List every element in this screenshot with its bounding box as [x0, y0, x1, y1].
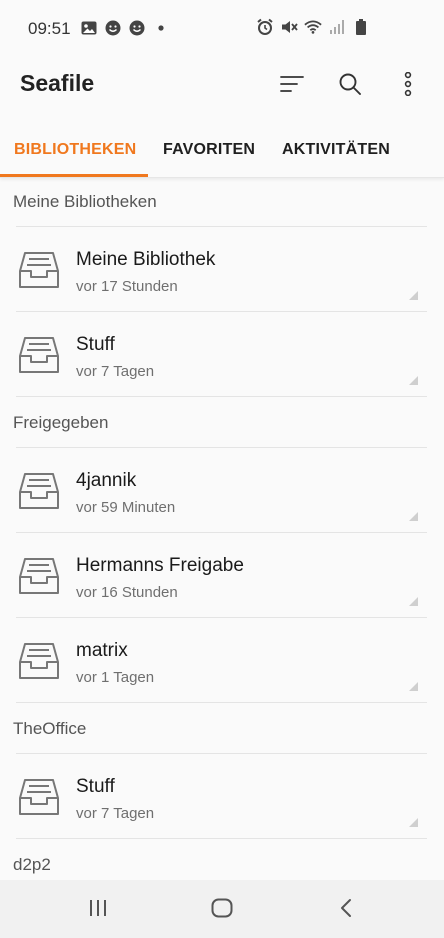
smiley-icon [128, 19, 146, 37]
smiley-icon [104, 19, 122, 37]
item-subtitle: vor 7 Tagen [76, 805, 155, 822]
tab-bar: BIBLIOTHEKEN FAVORITEN AKTIVITÄTEN [0, 122, 444, 178]
library-icon [16, 553, 62, 599]
library-icon [16, 247, 62, 293]
corner-triangle-icon [409, 508, 418, 521]
divider [16, 396, 427, 397]
section-header-freigegeben: Freigegeben [13, 413, 109, 432]
corner-triangle-icon [409, 372, 418, 385]
search-icon [339, 73, 361, 100]
item-title: Hermanns Freigabe [76, 555, 244, 576]
section-header-meine-bibliotheken: Meine Bibliotheken [13, 192, 157, 211]
recent-apps-icon [88, 899, 108, 922]
section-header-theoffice: TheOffice [13, 719, 87, 738]
app-bar: Seafile [0, 56, 444, 116]
tab-favoriten[interactable]: FAVORITEN [163, 122, 255, 178]
app-actions [270, 64, 430, 108]
dot-icon [152, 19, 170, 37]
corner-triangle-icon [409, 287, 418, 300]
image-icon [80, 19, 98, 37]
item-title: matrix [76, 640, 128, 661]
divider [16, 838, 427, 839]
corner-triangle-icon [409, 814, 418, 827]
library-icon [16, 468, 62, 514]
status-bar: 09:51 [0, 0, 444, 56]
tab-aktivitaeten[interactable]: AKTIVITÄTEN [282, 122, 390, 178]
home-icon [211, 898, 233, 923]
status-system-icons [256, 18, 370, 36]
library-icon [16, 774, 62, 820]
list-item[interactable]: 4jannik vor 59 Minuten [0, 448, 444, 533]
tab-bibliotheken[interactable]: BIBLIOTHEKEN [14, 122, 136, 178]
mute-icon [280, 18, 298, 36]
list-item[interactable]: Meine Bibliothek vor 17 Stunden [0, 227, 444, 312]
signal-icon [328, 18, 346, 36]
divider [16, 702, 427, 703]
library-list[interactable]: Meine Bibliotheken Meine Bibliothek vor … [0, 180, 444, 880]
item-title: Stuff [76, 334, 115, 355]
item-subtitle: vor 59 Minuten [76, 499, 176, 516]
item-subtitle: vor 1 Tagen [76, 669, 155, 686]
item-subtitle: vor 7 Tagen [76, 363, 155, 380]
app-title: Seafile [20, 70, 95, 96]
corner-triangle-icon [409, 678, 418, 691]
status-notification-icons [80, 19, 170, 37]
library-icon [16, 332, 62, 378]
search-button[interactable] [328, 64, 372, 108]
list-item[interactable]: Hermanns Freigabe vor 16 Stunden [0, 533, 444, 618]
back-icon [340, 898, 352, 923]
item-subtitle: vor 17 Stunden [76, 278, 178, 295]
library-icon [16, 638, 62, 684]
system-nav-bar [0, 880, 444, 938]
item-title: 4jannik [76, 470, 137, 491]
corner-triangle-icon [409, 593, 418, 606]
list-item[interactable]: Stuff vor 7 Tagen [0, 312, 444, 397]
battery-icon [352, 18, 370, 36]
list-item[interactable]: matrix vor 1 Tagen [0, 618, 444, 703]
list-item[interactable]: Stuff vor 7 Tagen [0, 754, 444, 839]
sort-icon [280, 75, 304, 98]
section-header-d2p2: d2p2 [13, 855, 51, 874]
back-button[interactable] [321, 890, 371, 930]
sort-button[interactable] [270, 64, 314, 108]
more-options-button[interactable] [386, 64, 430, 108]
item-title: Meine Bibliothek [76, 249, 216, 270]
wifi-icon [304, 18, 322, 36]
recent-apps-button[interactable] [73, 890, 123, 930]
home-button[interactable] [197, 890, 247, 930]
more-vert-icon [404, 71, 412, 101]
status-time: 09:51 [28, 19, 71, 38]
item-title: Stuff [76, 776, 115, 797]
active-tab-indicator [0, 174, 148, 177]
alarm-icon [256, 18, 274, 36]
item-subtitle: vor 16 Stunden [76, 584, 178, 601]
